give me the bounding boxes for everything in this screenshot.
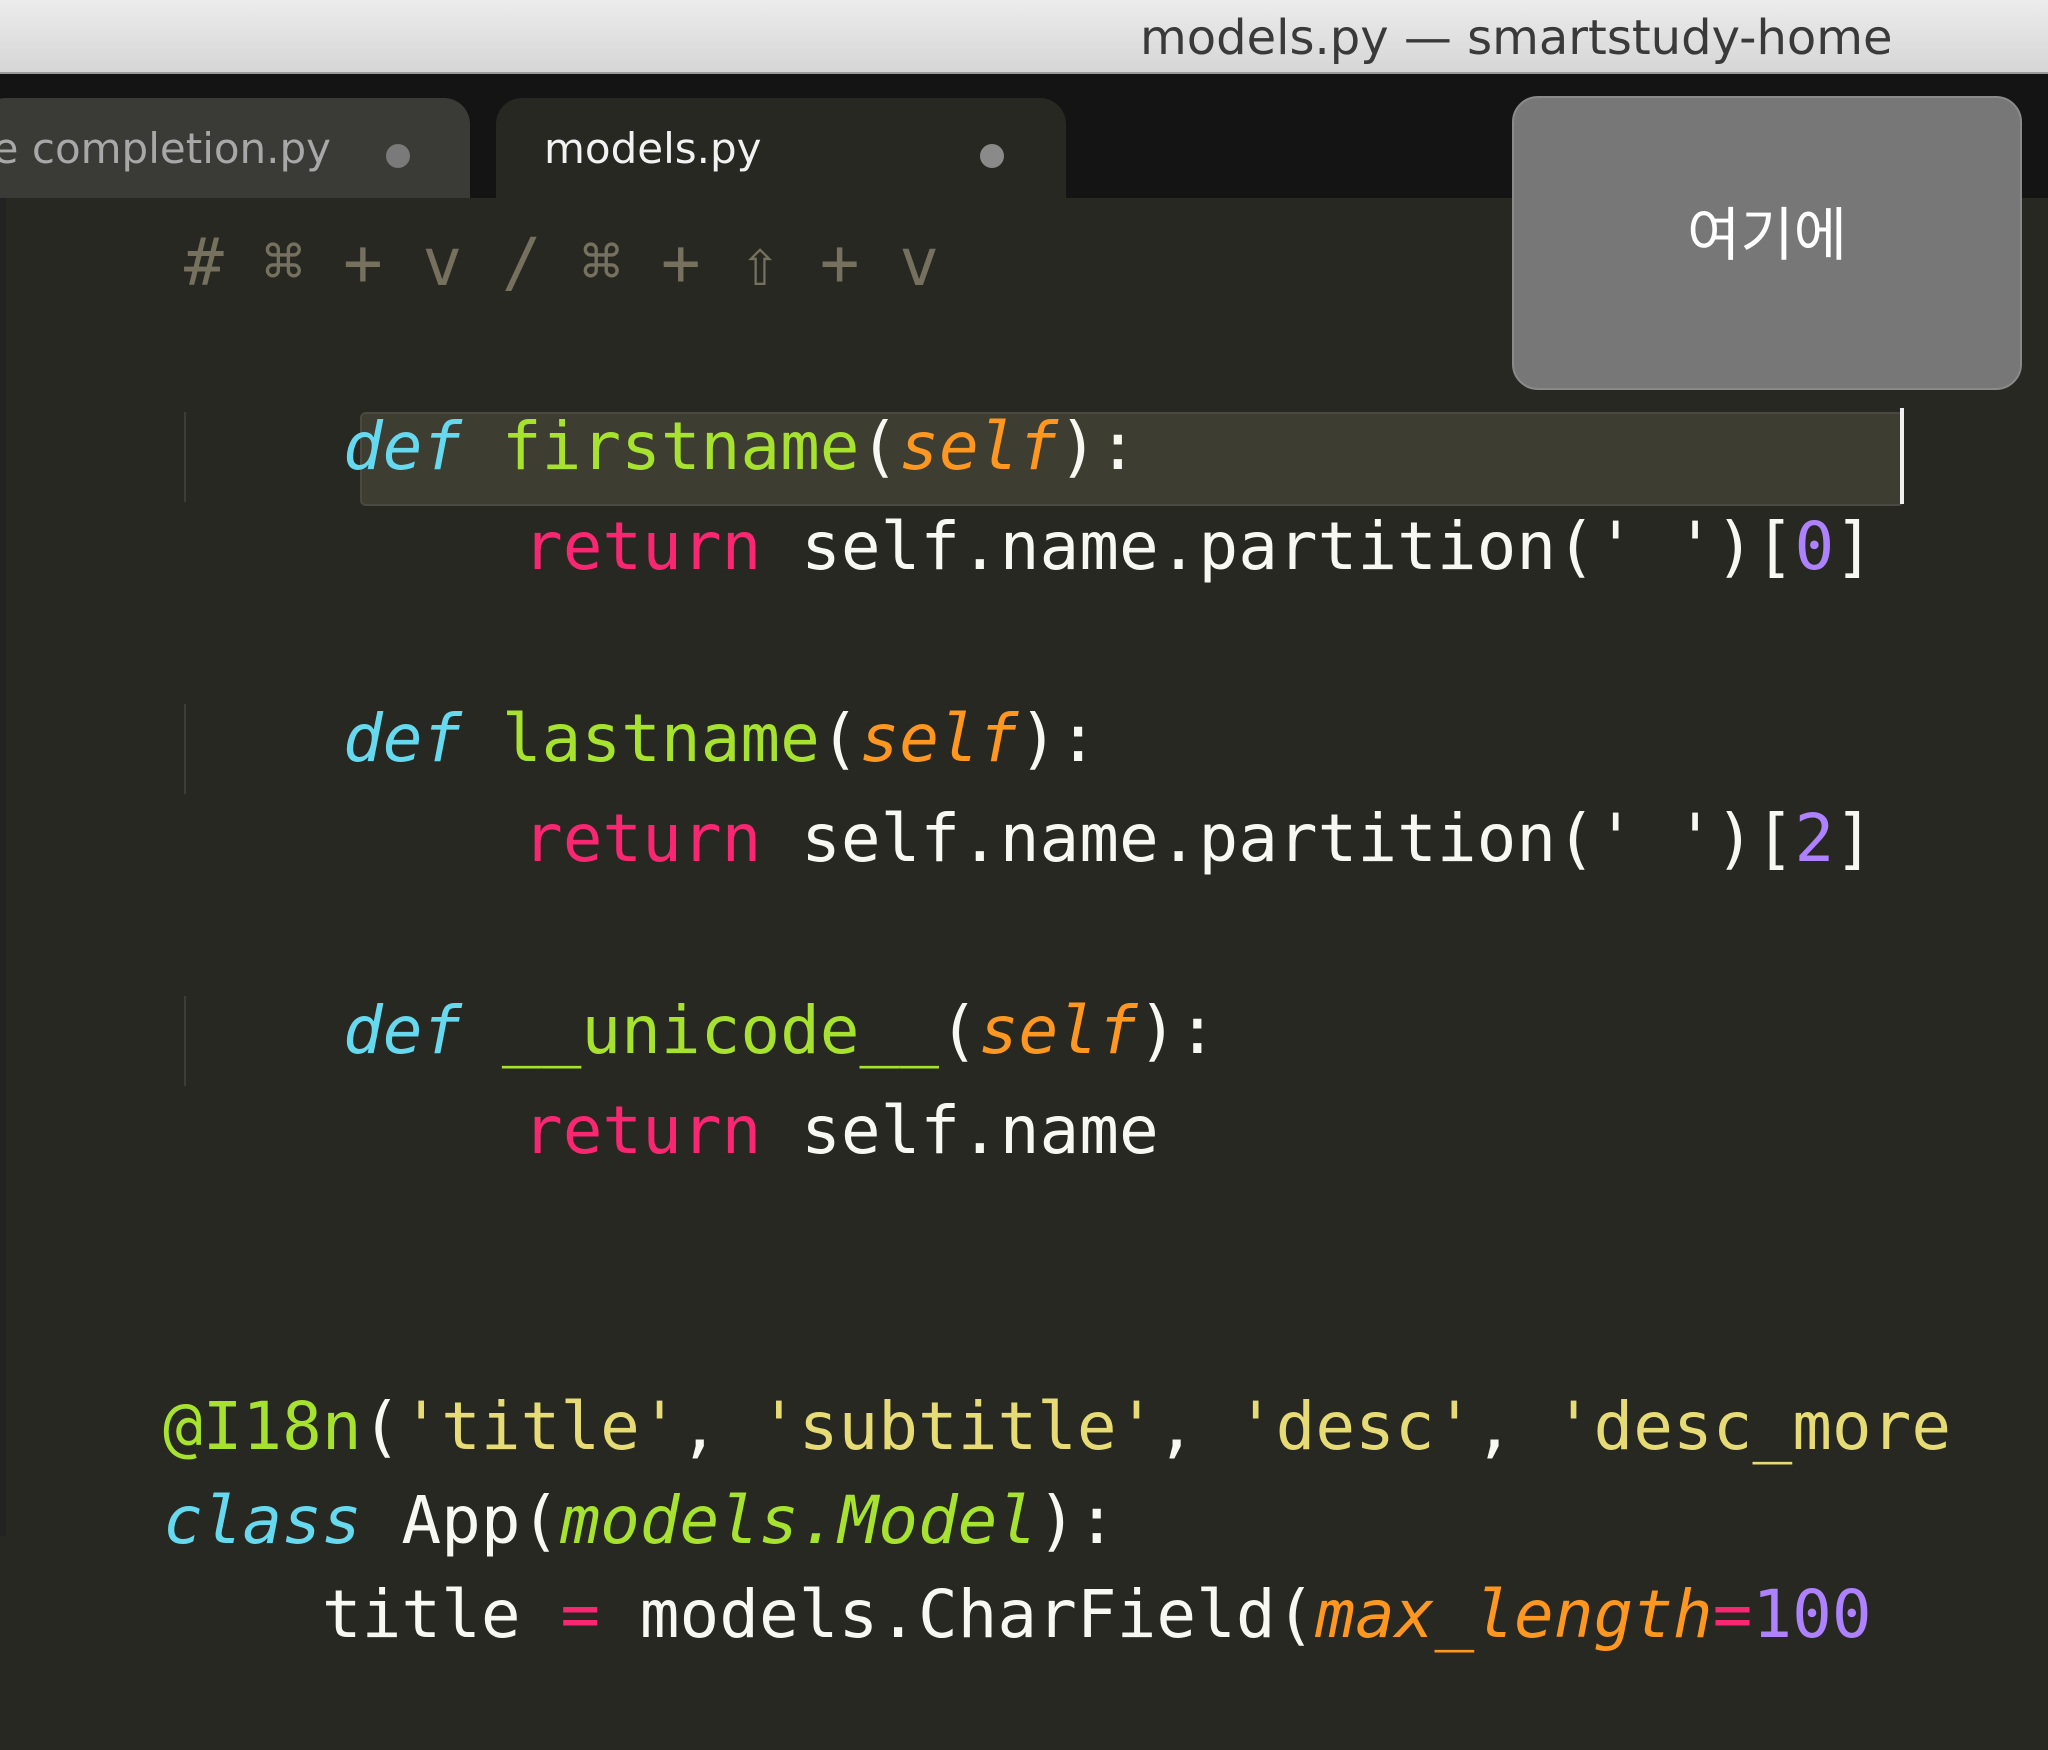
number: 100 (1752, 1576, 1872, 1653)
code-line-def-lastname: def lastname(self): (342, 700, 1098, 777)
code-editor[interactable]: # ⌘ + v / ⌘ + ⇧ + v def firstname(self):… (0, 198, 2048, 1653)
kwarg: max_length (1315, 1576, 1713, 1653)
code-line-def-unicode: def __unicode__(self): (342, 992, 1218, 1069)
keyword: return (522, 1092, 762, 1169)
title-bar: models.py — smartstudy-home (0, 0, 2048, 74)
code-line-decorator: @I18n('title', 'subtitle', 'desc', 'desc… (162, 1388, 1952, 1465)
unsaved-dot-icon[interactable] (386, 144, 410, 168)
window-title: models.py — smartstudy-home (1140, 10, 1893, 66)
tab-label: de completion.py (0, 124, 332, 173)
code-line-def-firstname: def firstname(self): (342, 408, 1138, 485)
unsaved-dot-icon[interactable] (980, 144, 1004, 168)
keyword: return (522, 800, 762, 877)
operator: = (560, 1576, 601, 1653)
string: 'desc' (1235, 1388, 1475, 1465)
tab-models[interactable]: models.py (496, 98, 1066, 198)
tab-completion[interactable]: de completion.py (0, 98, 470, 198)
code-line-return-name: return self.name (364, 996, 1159, 1169)
code-text: title (162, 1576, 561, 1653)
number: 0 (1794, 508, 1835, 585)
tooltip-text: 여기에 (1686, 201, 1848, 269)
code-text: self.name.partition(' ')[ (761, 800, 1795, 877)
code-line-return-first: return self.name.partition(' ')[0] (522, 508, 1874, 585)
code-text: self.name.partition(' ')[ (761, 508, 1795, 585)
code-line-return-last: return self.name.partition(' ')[2] (522, 800, 1874, 877)
code-line-field: title = models.CharField(max_length=100 (4, 1480, 1872, 1653)
text-cursor (1900, 408, 1904, 504)
tab-label: models.py (544, 124, 762, 173)
number: 2 (1794, 800, 1835, 877)
operator: = (1712, 1576, 1753, 1653)
code-comment: # ⌘ + v / ⌘ + ⇧ + v (184, 224, 939, 301)
keyword: return (522, 508, 762, 585)
code-text: self.name (761, 1092, 1159, 1169)
string: 'desc_more (1553, 1388, 1952, 1465)
code-text: models.CharField( (600, 1576, 1316, 1653)
overlay-tooltip: 여기에 (1512, 96, 2022, 390)
code-line-class: class App(models.Model): (162, 1482, 1117, 1559)
